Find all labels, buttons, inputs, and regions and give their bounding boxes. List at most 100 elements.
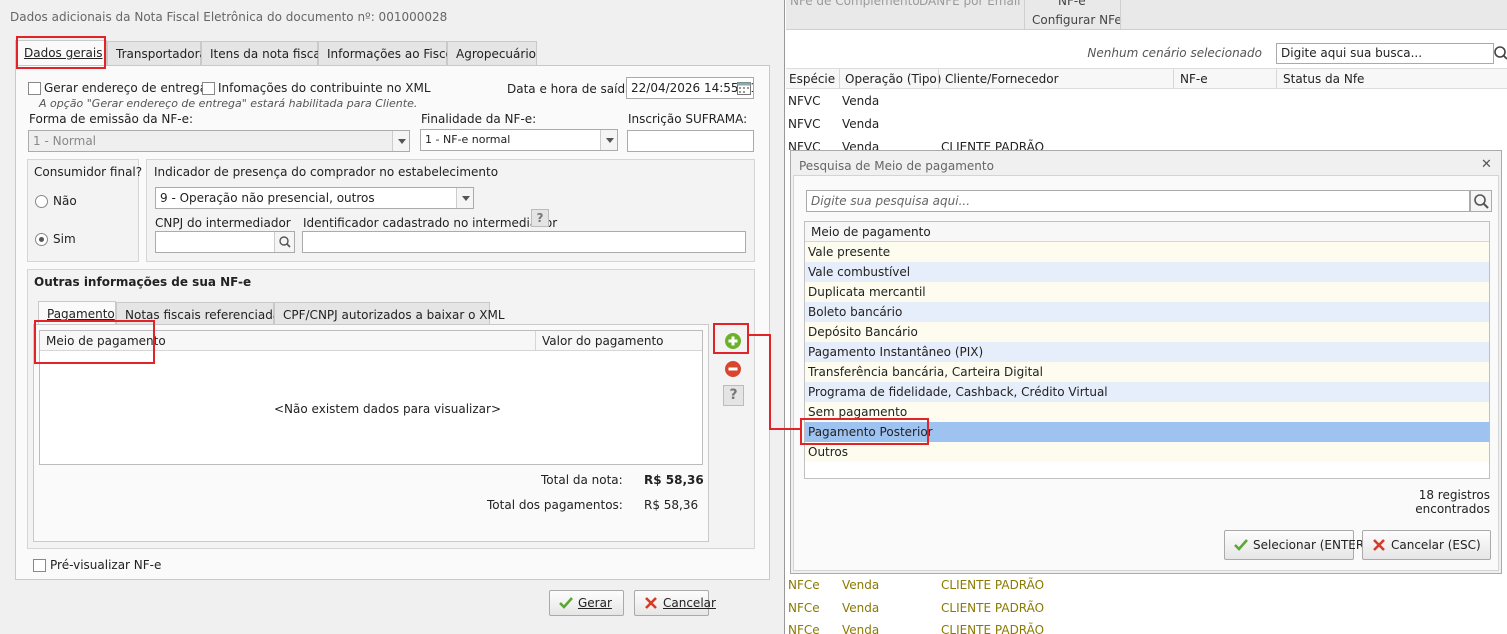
list-item[interactable]: Transferência bancária, Carteira Digital — [805, 362, 1489, 382]
forma-emissao-label: Forma de emissão da NF-e: — [29, 112, 194, 126]
table-row[interactable]: NFCe Venda CLIENTE PADRÃO — [786, 574, 1507, 597]
list-item[interactable]: Depósito Bancário — [805, 322, 1489, 342]
identificador-label: Identificador cadastrado no intermediado… — [303, 216, 558, 230]
list-item[interactable]: Outros — [805, 442, 1489, 462]
table-row[interactable]: NFCe Venda CLIENTE PADRÃO — [786, 597, 1507, 620]
table-row[interactable]: NFVC Venda — [786, 113, 1507, 136]
search-icon[interactable] — [1493, 43, 1507, 64]
col-nfe[interactable]: NF-e — [1180, 72, 1208, 86]
finalidade-label: Finalidade da NF-e: — [421, 112, 537, 126]
identificador-input[interactable] — [302, 231, 746, 253]
background-toolbar: NFe de Complemento DANFE por Email NF-e … — [786, 0, 1507, 30]
col-meio-pagamento[interactable]: Meio de pagamento — [46, 334, 166, 348]
table-row[interactable]: NFCe Venda CLIENTE PADRÃO — [786, 619, 1507, 634]
consumidor-nao-label: Não — [53, 194, 77, 208]
list-item[interactable]: Vale combustível — [805, 262, 1489, 282]
check-icon — [558, 595, 574, 614]
table-row[interactable]: NFVC Venda — [786, 90, 1507, 113]
list-item[interactable]: Sem pagamento — [805, 402, 1489, 422]
payment-search-input[interactable]: Digite sua pesquisa aqui... — [806, 190, 1470, 212]
pesquisa-meio-pagamento-dialog: Pesquisa de Meio de pagamento ✕ Digite s… — [790, 150, 1502, 574]
col-valor-pagamento[interactable]: Valor do pagamento — [542, 334, 664, 348]
dialog-title: Dados adicionais da Nota Fiscal Eletrôni… — [10, 10, 448, 24]
cnpj-intermediador-input[interactable] — [155, 231, 295, 253]
toolbar-nfe-label: NF-e — [1058, 0, 1086, 8]
help-icon[interactable]: ? — [531, 209, 549, 227]
search-dialog-title: Pesquisa de Meio de pagamento — [799, 159, 994, 173]
endereco-hint: A opção "Gerar endereço de entrega" esta… — [39, 97, 418, 110]
col-status[interactable]: Status da Nfe — [1283, 72, 1364, 86]
tab-informacoes-fisco[interactable]: Informações ao Fisco — [318, 41, 453, 65]
tab-itens-nota[interactable]: Itens da nota fiscal — [201, 41, 324, 65]
search-dialog-panel: Digite sua pesquisa aqui... Meio de paga… — [793, 175, 1499, 571]
cancelar-button[interactable]: Cancelar — [634, 590, 716, 616]
total-nota-label: Total da nota: — [541, 473, 623, 487]
indicador-select[interactable]: 9 - Operação não presencial, outros — [155, 187, 474, 209]
toolbar-danfe-email[interactable]: DANFE por Email — [919, 0, 1021, 8]
table-row[interactable]: NFVC Venda CLIENTE PADRÃO — [786, 136, 1507, 150]
cancelar-esc-button[interactable]: Cancelar (ESC) — [1362, 530, 1491, 560]
records-count: 18 registros encontrados — [1415, 488, 1490, 516]
data-saida-label: Data e hora de saída: — [507, 82, 637, 96]
search-icon[interactable] — [1470, 190, 1492, 212]
list-item[interactable]: Boleto bancário — [805, 302, 1489, 322]
consumidor-nao-radio[interactable] — [35, 195, 48, 208]
outras-info-title: Outras informações de sua NF-e — [34, 275, 252, 289]
data-saida-input[interactable]: 22/04/2026 14:55:11 — [626, 77, 754, 99]
previsualizar-checkbox[interactable] — [33, 559, 46, 572]
dados-gerais-panel: Gerar endereço de entrega Infomações do … — [15, 65, 770, 580]
pagamento-panel: Meio de pagamento Valor do pagamento <Nã… — [33, 324, 709, 542]
chevron-down-icon[interactable] — [456, 188, 473, 208]
main-search-input[interactable]: Digite aqui sua busca... — [1276, 43, 1494, 64]
chevron-down-icon[interactable] — [600, 130, 617, 150]
col-operacao[interactable]: Operação (Tipo) — [845, 72, 941, 86]
col-meio-pagamento[interactable]: Meio de pagamento — [805, 222, 1489, 242]
list-item[interactable]: Pagamento Instantâneo (PIX) — [805, 342, 1489, 362]
calendar-icon[interactable] — [737, 81, 751, 98]
list-item-selected[interactable]: Pagamento Posterior — [805, 422, 1489, 442]
col-cliente[interactable]: Cliente/Fornecedor — [945, 72, 1059, 86]
close-icon — [1371, 537, 1387, 556]
gerar-endereco-checkbox[interactable] — [28, 82, 41, 95]
list-item[interactable]: Vale presente — [805, 242, 1489, 262]
check-icon — [1233, 537, 1249, 556]
consumidor-sim-label: Sim — [53, 232, 76, 246]
consumidor-label: Consumidor final? — [34, 165, 143, 179]
suframa-input[interactable] — [627, 130, 754, 152]
total-pagamentos-label: Total dos pagamentos: — [487, 498, 623, 512]
total-nota-value: R$ 58,36 — [644, 473, 704, 487]
chevron-down-icon[interactable] — [392, 131, 409, 151]
payment-help-icon[interactable]: ? — [723, 385, 744, 406]
selecionar-button[interactable]: Selecionar (ENTER) — [1224, 530, 1369, 560]
remove-payment-button[interactable] — [720, 356, 746, 382]
list-item[interactable]: Programa de fidelidade, Cashback, Crédit… — [805, 382, 1489, 402]
tab-transportadora[interactable]: Transportadora — [107, 41, 207, 65]
gerar-endereco-label: Gerar endereço de entrega — [44, 81, 208, 95]
add-payment-button[interactable] — [720, 328, 746, 354]
gerar-button[interactable]: Gerar — [549, 590, 624, 616]
search-icon[interactable] — [274, 232, 294, 252]
tab-agropecuario[interactable]: Agropecuário — [447, 41, 537, 65]
pagamento-grid-header: Meio de pagamento Valor do pagamento — [40, 331, 702, 351]
forma-emissao-select[interactable]: 1 - Normal — [28, 130, 410, 152]
info-contribuinte-checkbox[interactable] — [202, 82, 215, 95]
background-grid-header: Espécie Operação (Tipo) Cliente/Forneced… — [786, 68, 1507, 89]
scenario-status: Nenhum cenário selecionado — [1087, 46, 1262, 60]
minus-icon — [725, 361, 741, 377]
pagamento-grid: Meio de pagamento Valor do pagamento <Nã… — [39, 330, 703, 465]
toolbar-nfe-complemento[interactable]: NFe de Complemento — [790, 0, 920, 8]
indicador-group: Indicador de presença do comprador no es… — [146, 159, 755, 262]
empty-grid-message: <Não existem dados para visualizar> — [274, 402, 502, 416]
close-icon[interactable]: ✕ — [1481, 157, 1492, 172]
tab-notas-referenciadas[interactable]: Notas fiscais referenciadas — [116, 302, 286, 326]
tab-cpf-cnpj-autorizados[interactable]: CPF/CNPJ autorizados a baixar o XML — [274, 302, 505, 326]
consumidor-sim-radio[interactable] — [35, 233, 48, 246]
suframa-label: Inscrição SUFRAMA: — [628, 112, 748, 126]
finalidade-select[interactable]: 1 - NF-e normal — [420, 129, 618, 151]
indicador-label: Indicador de presença do comprador no es… — [154, 165, 499, 179]
nfe-dialog: Dados adicionais da Nota Fiscal Eletrôni… — [0, 0, 785, 634]
list-item[interactable]: Duplicata mercantil — [805, 282, 1489, 302]
tab-dados-gerais[interactable]: Dados gerais — [15, 40, 107, 66]
toolbar-configurar-nfe[interactable]: Configurar NFe — [1032, 13, 1122, 27]
col-especie[interactable]: Espécie — [789, 72, 835, 86]
